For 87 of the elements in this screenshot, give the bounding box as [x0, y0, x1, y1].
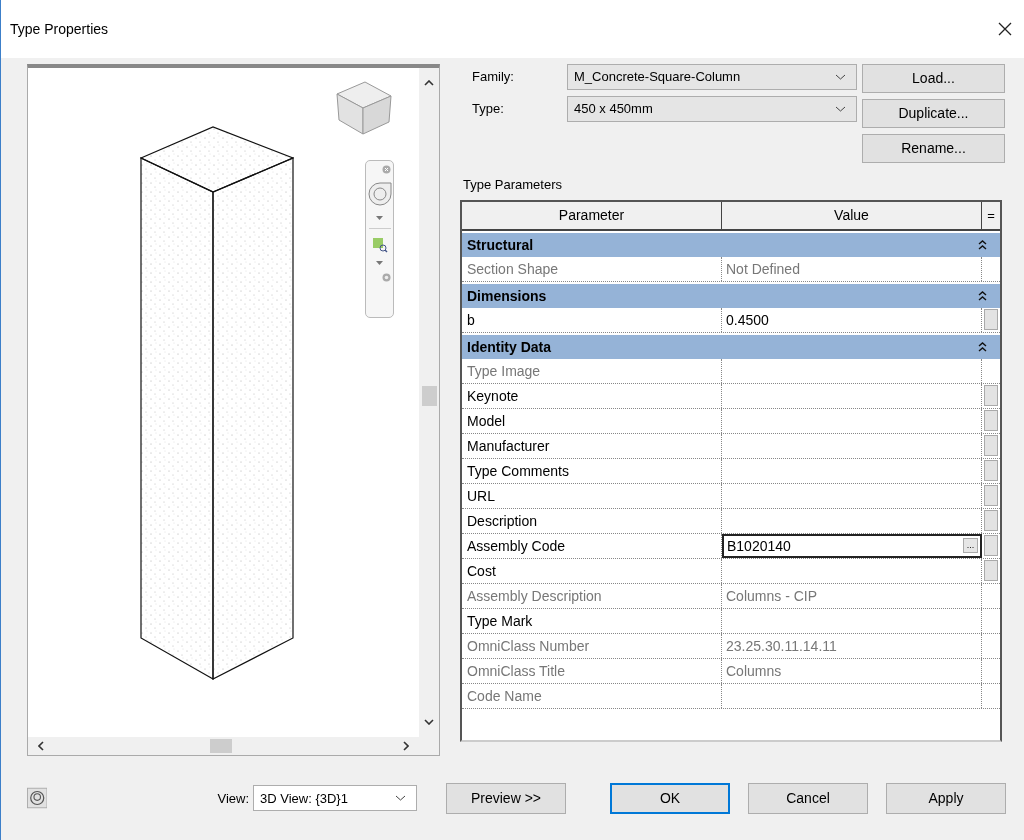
parameter-row[interactable]: Assembly Code B1020140 ... — [462, 533, 1000, 559]
parameter-row[interactable]: Section Shape Not Defined — [462, 256, 1000, 282]
group-header[interactable]: Dimensions — [462, 283, 1000, 308]
steering-wheel-icon[interactable] — [367, 181, 392, 208]
dropdown-arrow-icon[interactable] — [376, 215, 383, 220]
row-button[interactable] — [984, 535, 998, 557]
parameter-name: Description — [462, 508, 722, 533]
parameter-name: Cost — [462, 558, 722, 583]
parameter-name: Section Shape — [462, 256, 722, 281]
parameter-row[interactable]: b 0.4500 — [462, 307, 1000, 333]
zoom-icon[interactable] — [371, 236, 388, 253]
value-field[interactable]: B1020140 ... — [722, 533, 982, 558]
scroll-right-icon[interactable] — [403, 740, 409, 751]
parameter-row[interactable]: OmniClass Title Columns — [462, 658, 1000, 684]
browse-button[interactable]: ... — [963, 538, 978, 554]
group-header[interactable]: Identity Data — [462, 334, 1000, 359]
group-label: Structural — [467, 236, 534, 253]
row-button[interactable] — [984, 460, 998, 482]
collapse-icon[interactable] — [978, 239, 987, 250]
scroll-thumb[interactable] — [422, 385, 437, 406]
family-label: Family: — [471, 69, 515, 85]
dialog-button[interactable]: OK — [610, 782, 730, 814]
row-button[interactable] — [984, 485, 998, 507]
window-title: Type Properties — [10, 20, 109, 37]
parameter-row[interactable]: Code Name — [462, 683, 1000, 709]
close-icon[interactable] — [998, 21, 1012, 36]
collapse-icon[interactable] — [978, 290, 987, 301]
column-header[interactable]: Value — [722, 201, 982, 229]
parameter-row[interactable]: Keynote — [462, 383, 1000, 409]
dialog-button[interactable]: Duplicate... — [862, 98, 1005, 128]
steering-wheel-icon[interactable] — [27, 787, 48, 810]
parameter-row[interactable]: OmniClass Number 23.25.30.11.14.11 — [462, 633, 1000, 659]
dialog-button[interactable]: Load... — [862, 63, 1005, 93]
parameter-name: b — [462, 307, 722, 332]
family-dropdown[interactable]: M_Concrete-Square-Column — [567, 63, 857, 90]
dialog-button[interactable]: Cancel — [748, 782, 868, 814]
parameter-name: Manufacturer — [462, 433, 722, 458]
parameter-name: OmniClass Title — [462, 658, 722, 683]
parameter-row[interactable]: Type Image — [462, 358, 1000, 384]
group-header[interactable]: Structural — [462, 232, 1000, 257]
chevron-down-icon — [835, 73, 846, 80]
view-dropdown[interactable]: 3D View: {3D}1 — [253, 785, 417, 812]
parameter-name: Keynote — [462, 383, 722, 408]
scroll-down-icon[interactable] — [424, 718, 434, 725]
chevron-down-icon — [835, 105, 846, 112]
row-button[interactable] — [984, 385, 998, 407]
section-title: Type Parameters — [463, 176, 563, 192]
parameter-name: URL — [462, 483, 722, 508]
parameter-name: Type Image — [462, 358, 722, 383]
type-label: Type: — [471, 101, 505, 117]
parameter-row[interactable]: URL — [462, 483, 1000, 509]
group-label: Identity Data — [467, 338, 551, 355]
chevron-down-icon — [395, 795, 406, 802]
parameter-name: Type Mark — [462, 608, 722, 633]
parameter-row[interactable]: Type Comments — [462, 458, 1000, 484]
row-button[interactable] — [984, 435, 998, 457]
collapse-icon[interactable] — [978, 341, 987, 352]
parameter-name: Type Comments — [462, 458, 722, 483]
type-dropdown[interactable]: 450 x 450mm — [567, 95, 857, 122]
parameter-name: Code Name — [462, 683, 722, 708]
parameter-name: Model — [462, 408, 722, 433]
parameter-row[interactable]: Manufacturer — [462, 433, 1000, 459]
parameter-row[interactable]: Type Mark — [462, 608, 1000, 634]
row-button[interactable] — [984, 309, 998, 331]
scroll-left-icon[interactable] — [38, 740, 44, 751]
dialog-button[interactable]: Preview >> — [446, 782, 566, 814]
row-button[interactable] — [984, 560, 998, 582]
column-header[interactable]: = — [982, 201, 1000, 229]
horizontal-scrollbar[interactable] — [28, 736, 419, 755]
view-label: View: — [217, 790, 249, 806]
row-button[interactable] — [984, 510, 998, 532]
parameter-name: Assembly Code — [462, 533, 722, 558]
parameter-name: OmniClass Number — [462, 633, 722, 658]
scroll-up-icon[interactable] — [424, 79, 434, 86]
dropdown-arrow-icon[interactable] — [376, 260, 383, 265]
parameter-row[interactable]: Model — [462, 408, 1000, 434]
parameter-row[interactable]: Assembly Description Columns - CIP — [462, 583, 1000, 609]
dialog-button[interactable]: Apply — [886, 782, 1006, 814]
parameter-row[interactable]: Description — [462, 508, 1000, 534]
row-button[interactable] — [984, 410, 998, 432]
parameter-row[interactable]: Cost — [462, 558, 1000, 584]
dialog-button[interactable]: Rename... — [862, 133, 1005, 163]
parameter-name: Assembly Description — [462, 583, 722, 608]
column-header[interactable]: Parameter — [462, 201, 722, 229]
vertical-scrollbar[interactable] — [419, 67, 439, 755]
scroll-thumb[interactable] — [210, 738, 232, 753]
group-label: Dimensions — [467, 287, 547, 304]
